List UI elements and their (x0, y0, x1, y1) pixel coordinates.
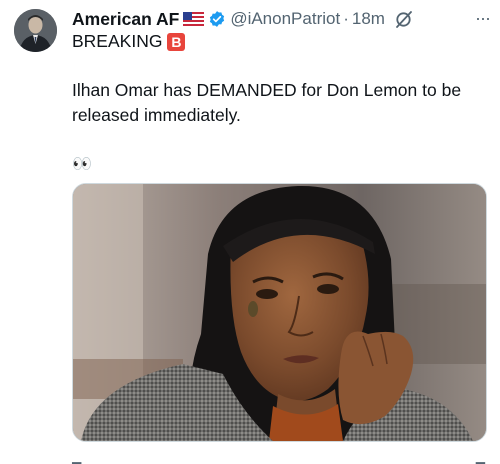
tweet-text: Ilhan Omar has DEMANDED for Don Lemon to… (72, 80, 462, 125)
avatar-image (14, 9, 57, 52)
verified-badge-icon[interactable] (208, 10, 226, 28)
action-bar: ▁ ▁ (72, 450, 485, 464)
more-options-button[interactable]: ··· (475, 8, 491, 29)
tweet-header: American AF @iAnonPatriot · 18m ··· (72, 8, 491, 30)
breaking-label: BREAKING (72, 31, 163, 51)
separator-dot: · (343, 9, 349, 28)
reply-icon[interactable]: ▁ (72, 450, 81, 464)
display-name[interactable]: American AF (72, 9, 179, 30)
bookmark-icon[interactable]: ▁ (476, 450, 485, 464)
breaking-line: BREAKING B (72, 31, 186, 52)
us-flag-icon (183, 12, 205, 26)
timestamp[interactable]: 18m (352, 9, 385, 29)
avatar[interactable] (14, 9, 57, 52)
tweet-photo[interactable] (72, 183, 487, 442)
grok-icon[interactable] (394, 9, 414, 29)
photo-illustration (73, 184, 486, 441)
user-handle[interactable]: @iAnonPatriot (230, 9, 340, 29)
eyes-emoji: 👀 (72, 156, 92, 173)
b-button-icon: B (167, 32, 186, 51)
